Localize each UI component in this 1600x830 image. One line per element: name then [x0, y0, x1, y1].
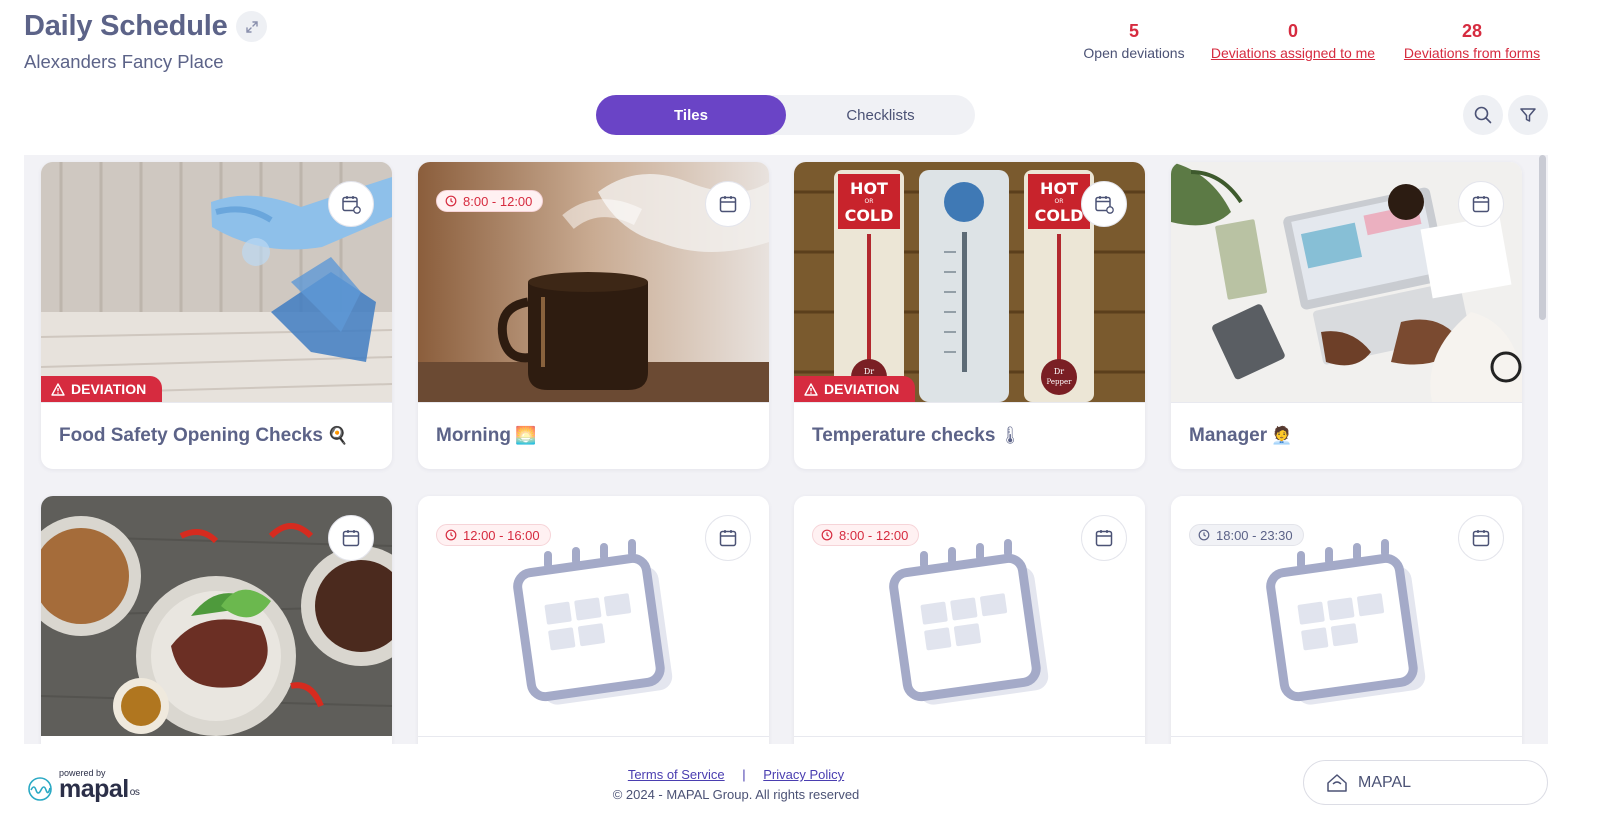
mapal-home-button[interactable]: MAPAL: [1303, 760, 1548, 805]
svg-text:OR: OR: [865, 198, 874, 205]
tile-emoji: 🍳: [326, 426, 349, 445]
tile-divider: [1171, 402, 1522, 403]
tile-divider: [794, 736, 1145, 737]
calendar-button[interactable]: [705, 515, 751, 561]
time-range: 8:00 - 12:00: [839, 527, 909, 543]
warning-icon: [51, 382, 65, 396]
tile-morning-checklist[interactable]: 8:00 - 12:00: [794, 496, 1145, 744]
tile-divider: [794, 402, 1145, 403]
tile-title: Manager 🧑‍💼: [1189, 425, 1293, 446]
svg-text:OR: OR: [1055, 198, 1064, 205]
clock-icon: [1198, 529, 1210, 541]
filter-button[interactable]: [1508, 95, 1548, 135]
deviation-badge: DEVIATION: [41, 376, 163, 402]
expand-icon: [245, 20, 258, 33]
terms-of-service-link[interactable]: Terms of Service: [628, 767, 725, 782]
time-range: 18:00 - 23:30: [1216, 527, 1293, 543]
svg-text:Pepper: Pepper: [1047, 378, 1073, 386]
clock-icon: [445, 195, 457, 207]
clock-icon: [445, 529, 457, 541]
assigned-deviations-link[interactable]: Deviations assigned to me: [1202, 42, 1384, 64]
assigned-deviations-count: 0: [1287, 21, 1298, 41]
search-icon: [1474, 106, 1492, 124]
mapal-button-label: MAPAL: [1358, 773, 1412, 791]
calendar-button[interactable]: [1081, 515, 1127, 561]
tile-divider: [41, 402, 392, 403]
location-name: Alexanders Fancy Place: [24, 51, 224, 72]
stat-assigned-deviations: 0 Deviations assigned to me: [1202, 20, 1384, 64]
calendar-button[interactable]: [1081, 181, 1127, 227]
tiles-grid: DEVIATION Food Safety Opening Checks 🍳 8…: [24, 155, 1548, 744]
privacy-policy-link[interactable]: Privacy Policy: [763, 767, 844, 782]
home-icon: [1327, 773, 1347, 792]
stat-form-deviations: 28 Deviations from forms: [1395, 20, 1549, 64]
page-title: Daily Schedule: [24, 10, 228, 42]
svg-text:Dr: Dr: [1054, 367, 1064, 376]
form-deviations-link[interactable]: Deviations from forms: [1395, 42, 1549, 64]
calendar-button[interactable]: [1458, 515, 1504, 561]
calendar-icon: [1472, 530, 1490, 547]
tile-manager[interactable]: Manager 🧑‍💼: [1171, 162, 1522, 469]
calendar-alert-icon: [1095, 196, 1114, 214]
svg-text:COLD: COLD: [1035, 206, 1084, 225]
tile-divider: [1171, 736, 1522, 737]
time-badge: 8:00 - 12:00: [436, 190, 544, 212]
tab-checklists[interactable]: Checklists: [786, 95, 975, 135]
tile-emoji: 🌡: [999, 426, 1021, 445]
warning-icon: [804, 382, 818, 396]
tile-emoji: 🌅: [514, 426, 537, 445]
copyright-text: © 2024 - MAPAL Group. All rights reserve…: [612, 787, 860, 802]
mapal-wave-icon: [28, 777, 52, 801]
svg-text:COLD: COLD: [845, 206, 894, 225]
tile-temperature-checks[interactable]: HOT OR COLD Dr HOT OR COLD Dr Pepper DEV…: [794, 162, 1145, 469]
calendar-icon: [719, 196, 737, 213]
time-badge: 8:00 - 12:00: [812, 524, 920, 546]
grid-scrollbar[interactable]: [1539, 155, 1546, 320]
form-deviations-count: 28: [1461, 21, 1483, 41]
brand-name: mapalos: [59, 775, 140, 803]
calendar-button[interactable]: [705, 181, 751, 227]
tile-emoji: 🧑‍💼: [1271, 426, 1293, 445]
footer-links: Terms of Service | Privacy Policy: [566, 767, 906, 782]
stat-open-deviations: 5 Open deviations: [1078, 20, 1190, 64]
time-badge: 12:00 - 16:00: [436, 524, 551, 546]
tile-food-safety[interactable]: DEVIATION Food Safety Opening Checks 🍳: [41, 162, 392, 469]
clock-icon: [821, 529, 833, 541]
calendar-alert-icon: [342, 196, 361, 214]
tile-food-plates[interactable]: [41, 496, 392, 744]
calendar-button[interactable]: [328, 515, 374, 561]
view-switch: Tiles Checklists: [596, 95, 975, 135]
link-separator: |: [742, 767, 746, 782]
deviation-label: DEVIATION: [71, 381, 147, 397]
calendar-button[interactable]: [1458, 181, 1504, 227]
time-range: 8:00 - 12:00: [463, 193, 533, 209]
search-button[interactable]: [1463, 95, 1503, 135]
tile-morning[interactable]: 8:00 - 12:00 Morning 🌅: [418, 162, 769, 469]
tile-divider: [418, 402, 769, 403]
tile-title: Temperature checks 🌡: [812, 425, 1021, 446]
tile-title: Morning 🌅: [436, 425, 537, 446]
svg-text:HOT: HOT: [1040, 179, 1078, 198]
svg-text:Dr: Dr: [864, 367, 874, 376]
tile-evening-checklist[interactable]: 18:00 - 23:30: [1171, 496, 1522, 744]
svg-text:HOT: HOT: [850, 179, 888, 198]
open-deviations-label: Open deviations: [1083, 45, 1185, 61]
calendar-icon: [1095, 530, 1113, 547]
calendar-button[interactable]: [328, 181, 374, 227]
filter-icon: [1520, 108, 1536, 122]
time-range: 12:00 - 16:00: [463, 527, 540, 543]
tile-title: Food Safety Opening Checks 🍳: [59, 425, 349, 446]
tile-afternoon-checklist[interactable]: 12:00 - 16:00: [418, 496, 769, 744]
deviation-badge: DEVIATION: [794, 376, 916, 402]
open-deviations-count: 5: [1128, 21, 1139, 41]
expand-button[interactable]: [236, 11, 267, 42]
time-badge: 18:00 - 23:30: [1189, 524, 1304, 546]
page-header: Daily Schedule Alexanders Fancy Place 5 …: [0, 0, 1600, 90]
deviation-label: DEVIATION: [824, 381, 900, 397]
tile-divider: [418, 736, 769, 737]
calendar-icon: [1472, 196, 1490, 213]
calendar-icon: [342, 530, 360, 547]
tab-tiles[interactable]: Tiles: [596, 95, 786, 135]
calendar-icon: [719, 530, 737, 547]
